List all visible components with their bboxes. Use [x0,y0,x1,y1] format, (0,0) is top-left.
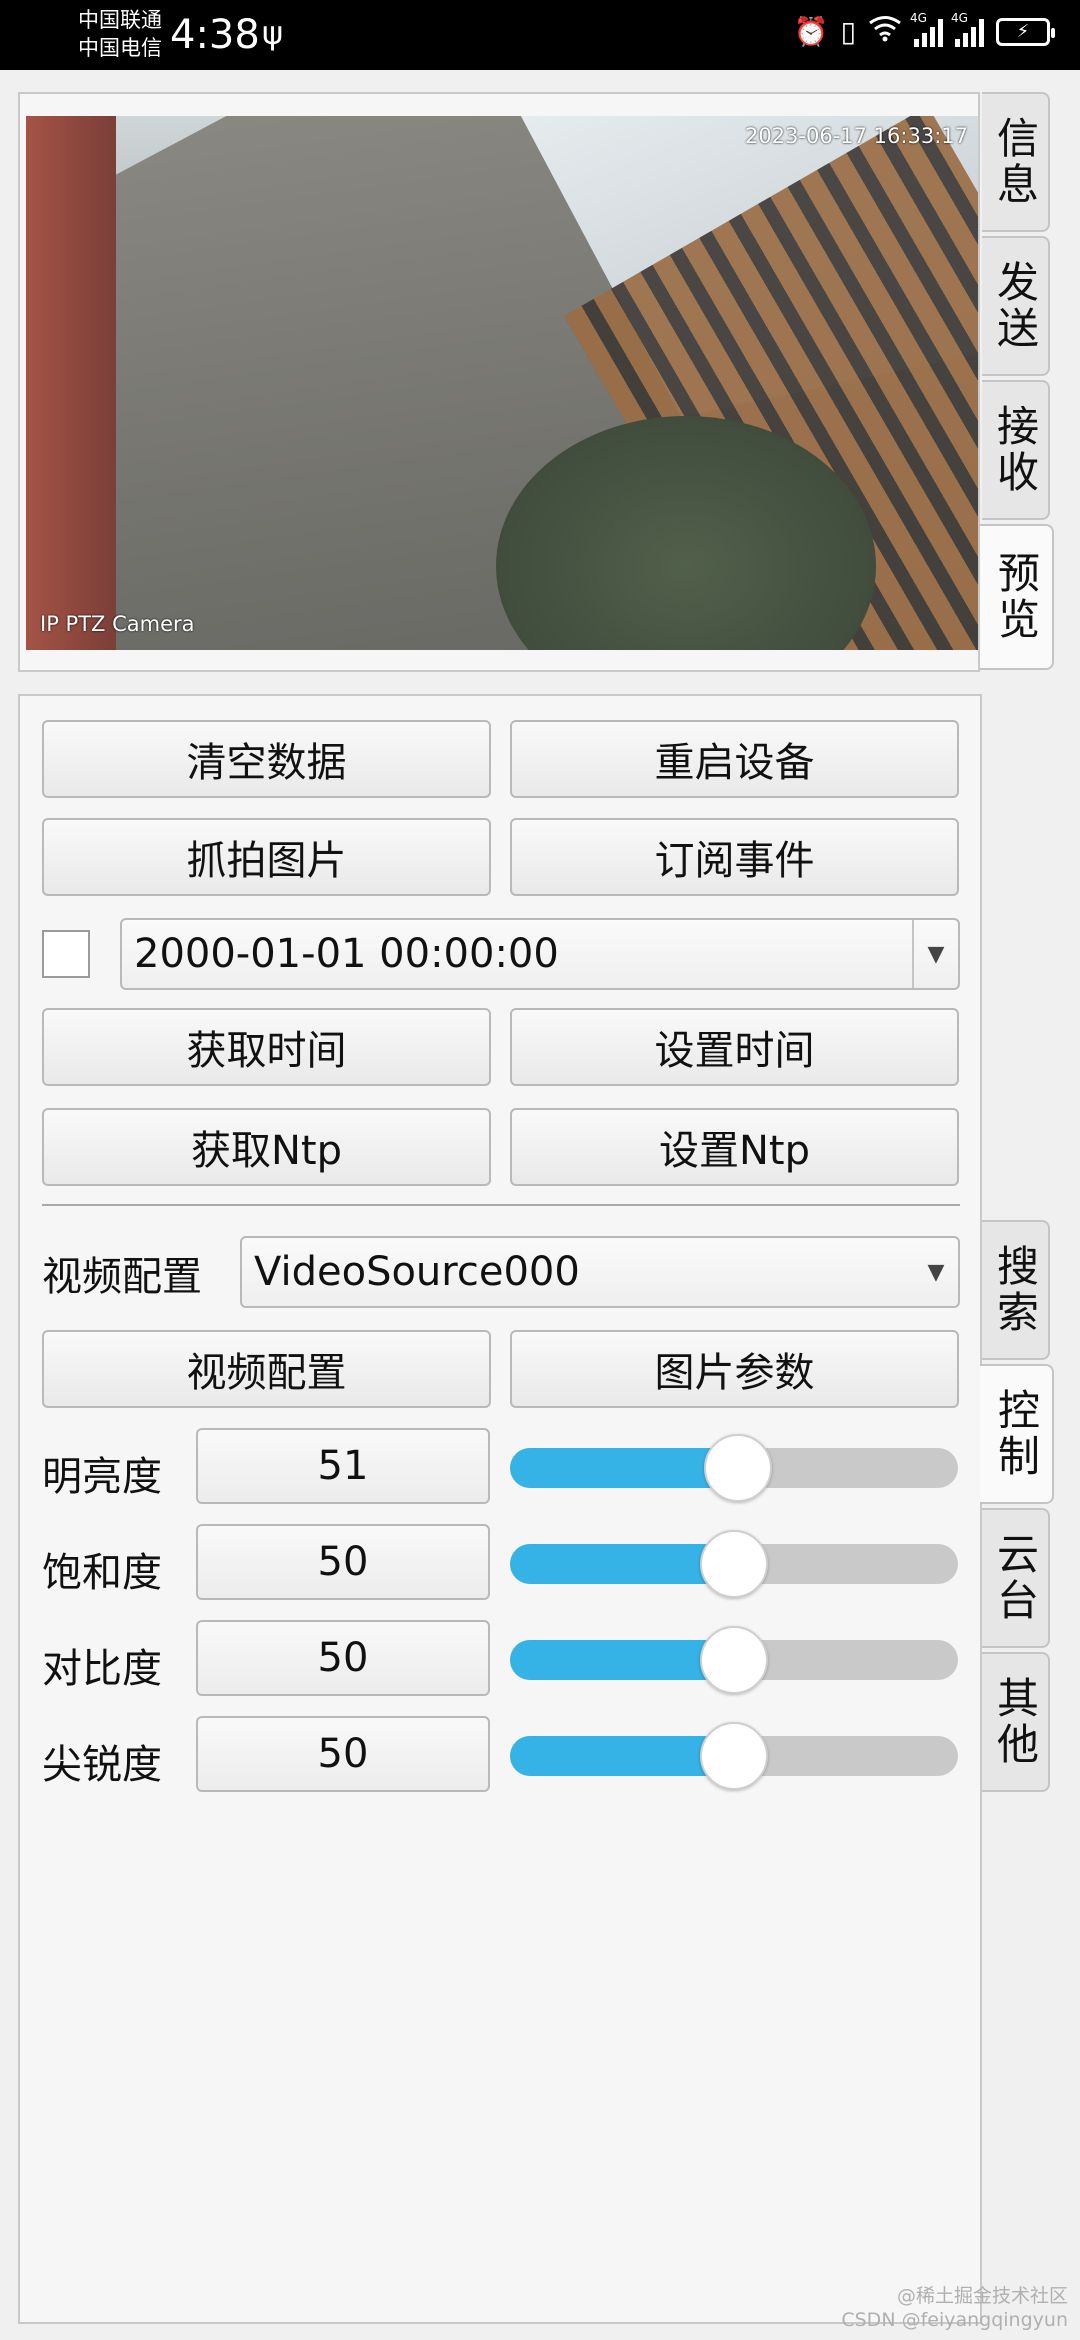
contrast-slider[interactable] [510,1626,958,1694]
carrier-1: 中国联通 [78,8,162,32]
clear-data-button[interactable]: 清空数据 [42,720,491,798]
camera-timestamp: 2023-06-17 16:33:17 [744,124,968,148]
brightness-label: 明亮度 [42,1454,162,1500]
video-config-label: 视频配置 [42,1254,202,1300]
chevron-down-icon[interactable]: ▼ [912,920,958,988]
contrast-value[interactable]: 50 [196,1620,490,1696]
datetime-value: 2000-01-01 00:00:00 [134,931,559,977]
camera-label: IP PTZ Camera [40,612,195,636]
brightness-slider-handle[interactable] [704,1434,773,1502]
alarm-icon: ⏰ [793,15,829,48]
video-source-select[interactable]: VideoSource000 ▼ [240,1236,960,1308]
status-icons: ⏰ ▯ 4G 4G ⚡ [793,11,1055,49]
datetime-checkbox[interactable] [42,930,90,978]
tab-ptz[interactable]: 云台 [982,1508,1050,1648]
tab-send[interactable]: 发送 [982,236,1050,376]
camera-preview[interactable]: 2023-06-17 16:33:17 IP PTZ Camera [26,116,978,650]
tab-preview[interactable]: 预览 [980,524,1054,670]
carrier-labels: 中国联通 中国电信 [78,6,162,62]
video-config-button[interactable]: 视频配置 [42,1330,491,1408]
status-bar: 中国联通 中国电信 4:38 ψ ⏰ ▯ 4G 4G ⚡ [0,0,1080,70]
snapshot-button[interactable]: 抓拍图片 [42,818,491,896]
set-time-button[interactable]: 设置时间 [510,1008,959,1086]
watermark-line-1: @稀土掘金技术社区 [896,2285,1068,2307]
set-ntp-button[interactable]: 设置Ntp [510,1108,959,1186]
datetime-combo[interactable]: 2000-01-01 00:00:00 ▼ [120,918,960,990]
signal-icon-2: 4G [951,11,984,47]
sharpness-slider-handle[interactable] [700,1722,768,1790]
watermark-line-2: CSDN @feiyangqingyun [841,2309,1068,2331]
tab-info[interactable]: 信息 [982,92,1050,232]
image-params-button[interactable]: 图片参数 [510,1330,959,1408]
clock: 4:38 [170,12,260,58]
wifi-icon [868,14,902,49]
usb-icon: ψ [262,14,284,52]
carrier-2: 中国电信 [78,36,162,60]
sharpness-slider[interactable] [510,1722,958,1790]
saturation-label: 饱和度 [42,1550,162,1596]
tab-search[interactable]: 搜索 [982,1220,1050,1360]
saturation-slider-handle[interactable] [700,1530,768,1598]
tab-other[interactable]: 其他 [982,1652,1050,1792]
subscribe-events-button[interactable]: 订阅事件 [510,818,959,896]
get-ntp-button[interactable]: 获取Ntp [42,1108,491,1186]
brightness-slider[interactable] [510,1434,958,1502]
divider [42,1204,960,1206]
chevron-down-icon[interactable]: ▼ [914,1238,958,1306]
watermark: @稀土掘金技术社区 CSDN @feiyangqingyun [841,2284,1068,2332]
get-time-button[interactable]: 获取时间 [42,1008,491,1086]
saturation-slider[interactable] [510,1530,958,1598]
sharpness-label: 尖锐度 [42,1742,162,1788]
tab-receive[interactable]: 接收 [982,380,1050,520]
restart-device-button[interactable]: 重启设备 [510,720,959,798]
contrast-slider-handle[interactable] [700,1626,768,1694]
tab-control[interactable]: 控制 [980,1364,1054,1504]
sharpness-value[interactable]: 50 [196,1716,490,1792]
saturation-value[interactable]: 50 [196,1524,490,1600]
signal-icon-1: 4G [910,11,943,47]
contrast-label: 对比度 [42,1646,162,1692]
battery-icon: ⚡ [996,17,1055,46]
brightness-value[interactable]: 51 [196,1428,490,1504]
video-source-value: VideoSource000 [254,1249,580,1295]
vibrate-icon: ▯ [840,15,856,48]
